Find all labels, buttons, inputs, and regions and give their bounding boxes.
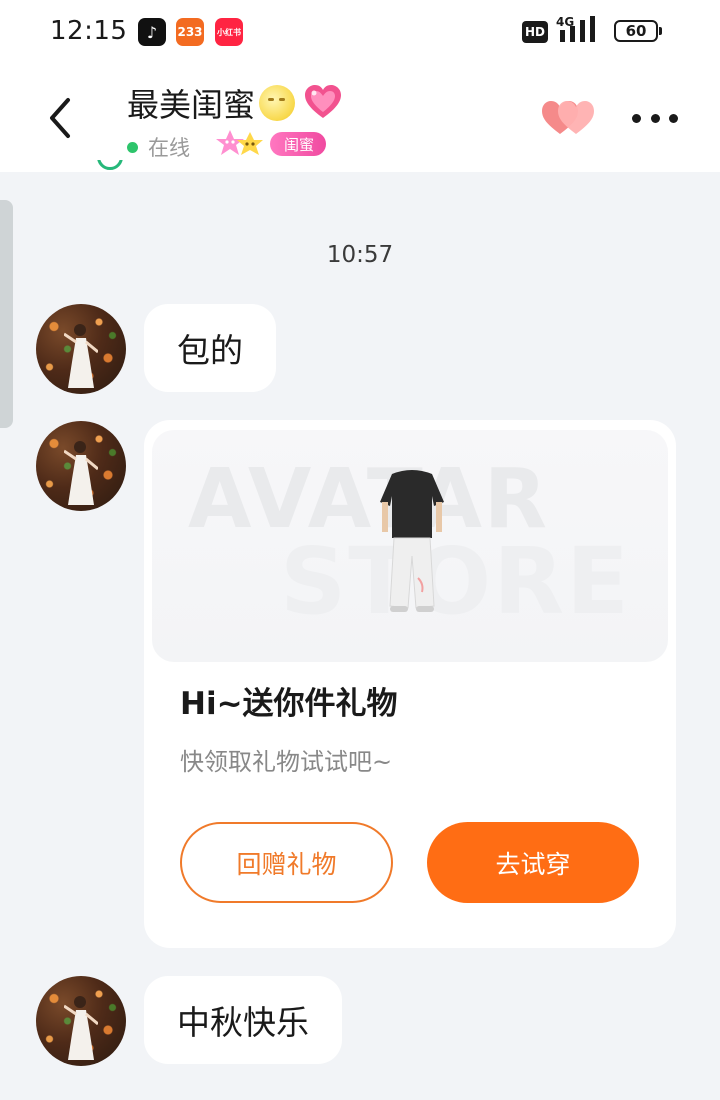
online-status-label: 在线: [148, 136, 190, 160]
avatar-figure: [64, 996, 98, 1060]
green-ring-icon: [97, 160, 127, 180]
avatar-figure: [64, 441, 98, 505]
message-bubble[interactable]: 包的: [144, 304, 276, 392]
moon-emoji-icon: [259, 85, 296, 121]
try-on-button[interactable]: 去试穿: [427, 822, 639, 903]
outfit-preview-image: [380, 470, 444, 612]
online-status: 在线: [127, 132, 190, 162]
app-233-icon: 233: [176, 18, 204, 46]
return-gift-button[interactable]: 回赠礼物: [180, 822, 393, 903]
gift-card[interactable]: AVATAR STORE Hi~送你件礼物 快领取礼物试试吧~ 回赠礼物 去试穿: [144, 420, 676, 948]
banner-watermark-store: STORE: [280, 528, 631, 635]
avatar[interactable]: [36, 304, 126, 394]
side-drawer-handle[interactable]: [0, 200, 13, 428]
gift-card-subtitle: 快领取礼物试试吧~: [180, 748, 393, 776]
relation-badge[interactable]: 闺蜜: [216, 126, 336, 162]
chat-title: 最美闺蜜: [127, 80, 343, 126]
twin-hearts-icon[interactable]: [540, 98, 596, 138]
hd-indicator: HD: [522, 21, 548, 43]
message-text: 包的: [177, 331, 243, 370]
pink-heart-emoji-icon: [305, 85, 342, 118]
chat-header: 最美闺蜜 在线 闺蜜: [0, 66, 720, 172]
status-time: 12:15: [50, 16, 128, 46]
gift-card-title: Hi~送你件礼物: [180, 686, 398, 722]
gift-card-banner: AVATAR STORE: [152, 430, 668, 662]
contact-name: 最美闺蜜: [127, 86, 256, 124]
message-bubble[interactable]: 中秋快乐: [144, 976, 342, 1064]
stars-badge-icon: [216, 130, 263, 155]
tiktok-icon: ♪: [138, 18, 166, 46]
back-arrow-icon[interactable]: [40, 94, 80, 142]
message-timestamp: 10:57: [326, 242, 394, 268]
relation-badge-label: 闺蜜: [270, 132, 327, 156]
more-icon[interactable]: [632, 106, 678, 130]
message-text: 中秋快乐: [177, 1003, 309, 1042]
xiaohongshu-icon: 小红书: [215, 18, 243, 46]
battery-icon: 60: [614, 20, 662, 42]
signal-icon: 4G: [556, 15, 595, 42]
avatar[interactable]: [36, 421, 126, 511]
avatar[interactable]: [36, 976, 126, 1066]
status-bar: 12:15 ♪ 233 小红书 HD 4G 60: [0, 0, 720, 66]
avatar-figure: [64, 324, 98, 388]
online-dot-icon: [127, 141, 138, 153]
